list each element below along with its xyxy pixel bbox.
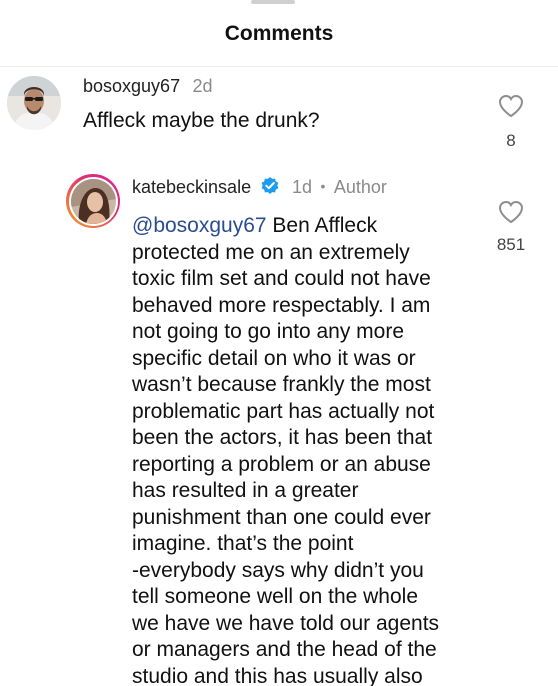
comment-line: -everybody says why didn’t you xyxy=(132,558,424,582)
comment-text: Affleck maybe the drunk? xyxy=(83,109,320,132)
heart-icon xyxy=(498,94,524,118)
comment-item: bosoxguy67 2d Affleck maybe the drunk? 8 xyxy=(0,66,558,170)
comment-line: reporting a problem or an abuse xyxy=(132,452,431,476)
comment-line: problematic part has actually not xyxy=(132,399,435,423)
comment-text: @bosoxguy67 Ben Affleck protected me on … xyxy=(132,213,482,686)
avatar[interactable] xyxy=(7,76,61,130)
author-label: Author xyxy=(333,177,387,197)
comment-item: katebeckinsale 1d • Author @bosoxguy67 B… xyxy=(0,170,558,686)
comment-line: punishment than one could ever xyxy=(132,505,431,529)
page-title: Comments xyxy=(224,22,334,45)
meta-separator: • xyxy=(320,178,326,194)
comment-line-text: Ben Affleck xyxy=(266,214,378,237)
comment-line: imagine. that’s the point xyxy=(132,532,354,555)
comment-line: @bosoxguy67 Ben Affleck xyxy=(132,213,482,240)
like-count: 8 xyxy=(506,131,516,150)
comment-timestamp: 1d xyxy=(291,177,313,197)
profile-photo-story-ring-icon xyxy=(70,178,116,224)
comment-line: not going to go into any more xyxy=(132,320,405,343)
comment-line: we have we have told our agents xyxy=(132,611,440,635)
mention-link[interactable]: @bosoxguy67 xyxy=(132,214,267,237)
comment-timestamp: 2d xyxy=(192,76,213,96)
comment-line: behaved more respectably. I am xyxy=(132,293,431,317)
heart-icon xyxy=(498,200,524,224)
comment-line: wasn’t because frankly the most xyxy=(132,373,431,396)
comment-line: toxic film set and could not have xyxy=(132,267,431,290)
like-button[interactable]: 8 xyxy=(491,94,531,151)
comment-line: protected me on an extremely xyxy=(132,240,410,264)
comment-line: been the actors, it has been that xyxy=(132,426,433,449)
comment-line: studio and this has usually also xyxy=(132,664,423,686)
comment-line: specific detail on who it was or xyxy=(132,346,416,370)
comment-line: has resulted in a greater xyxy=(132,479,359,502)
profile-photo-icon xyxy=(7,76,61,130)
comments-header: Comments xyxy=(0,0,558,67)
comment-username[interactable]: bosoxguy67 xyxy=(83,76,180,96)
avatar[interactable] xyxy=(66,174,120,228)
verified-badge-icon xyxy=(260,176,280,201)
comment-line: tell someone well on the whole xyxy=(132,585,419,608)
like-count: 851 xyxy=(496,235,526,254)
comment-line: or managers and the head of the xyxy=(132,638,437,661)
like-button[interactable]: 851 xyxy=(491,200,531,255)
comment-username[interactable]: katebeckinsale xyxy=(132,177,251,197)
